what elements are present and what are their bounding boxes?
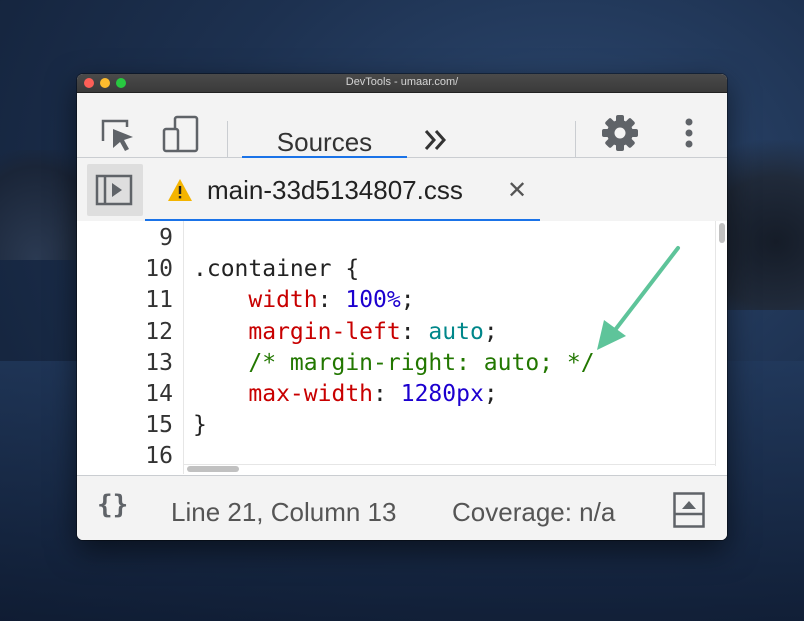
devtools-window: DevTools - umaar.com/ Sources main-33d51… [77, 74, 727, 540]
css-property: max-width [248, 381, 374, 407]
warning-icon [167, 178, 193, 207]
line-number: 11 [145, 287, 173, 314]
code-comment: /* margin-right: auto; */ [248, 349, 595, 376]
chevron-double-right-icon[interactable] [422, 127, 450, 153]
devtools-toolbar: Sources [77, 93, 727, 159]
css-value: auto [428, 318, 484, 345]
editor-bottom-edge [183, 464, 716, 465]
code-editor[interactable]: 9 10 11 12 13 14 15 16 .container { width: 100%… [77, 221, 727, 474]
file-name: main-33d5134807.css [207, 175, 463, 205]
toolbar-divider-right [575, 121, 576, 159]
device-toggle-icon[interactable] [161, 113, 201, 153]
line-number: 12 [145, 318, 173, 345]
show-navigator-icon [95, 174, 133, 206]
vertical-dots-icon[interactable] [669, 113, 709, 153]
code-line: max-width: 1280px; [248, 381, 498, 407]
close-tab-icon[interactable]: ✕ [507, 176, 527, 205]
code-line: } [193, 412, 207, 439]
code-line: width: 100%; [248, 287, 415, 314]
tab-sources-label: Sources [276, 127, 373, 157]
line-number: 16 [145, 443, 173, 470]
line-number-gutter: 9 10 11 12 13 14 15 16 [77, 221, 184, 474]
window-title: DevTools - umaar.com/ [345, 76, 459, 88]
code-line: /* margin-right: auto; */ [193, 349, 595, 376]
pretty-print-button[interactable]: {} [97, 490, 128, 520]
file-tab[interactable]: main-33d5134807.css ✕ [145, 158, 540, 222]
line-number: 15 [145, 412, 173, 439]
tab-sources[interactable]: Sources [242, 111, 407, 159]
line-number: 9 [159, 225, 173, 251]
css-value: 1280px [400, 381, 484, 407]
toggle-drawer-icon[interactable] [673, 492, 705, 528]
css-value: 100% [345, 287, 401, 314]
horizontal-scrollbar[interactable] [187, 466, 239, 472]
code-line: .container { [193, 256, 360, 283]
toolbar-divider [227, 121, 228, 159]
cursor-position: Line 21, Column 13 [171, 497, 397, 527]
line-number: 14 [145, 381, 173, 407]
vertical-scrollbar[interactable] [719, 223, 725, 243]
element-picker-icon[interactable] [97, 113, 137, 153]
line-number: 13 [145, 349, 173, 376]
status-bar: {} Line 21, Column 13 Coverage: n/a [77, 475, 727, 540]
line-number: 10 [145, 256, 173, 283]
css-property: width [248, 287, 318, 314]
title-bar: DevTools - umaar.com/ [77, 74, 727, 93]
css-property: margin-left [248, 318, 401, 345]
show-navigator-button[interactable] [87, 164, 143, 216]
code-line: margin-left: auto; [248, 318, 498, 345]
gear-icon[interactable] [600, 113, 640, 153]
coverage-status: Coverage: n/a [452, 497, 616, 527]
file-tab-bar: main-33d5134807.css ✕ [77, 158, 727, 223]
editor-edge [715, 221, 716, 466]
